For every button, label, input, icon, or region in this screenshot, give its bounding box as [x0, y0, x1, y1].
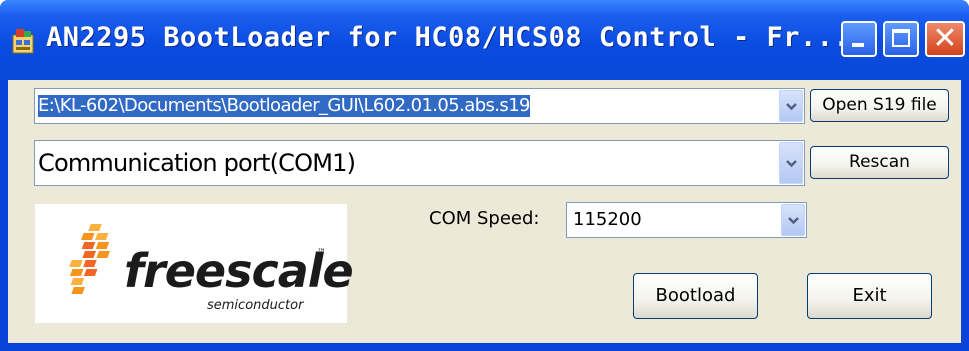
app-icon[interactable]: [11, 27, 35, 55]
open-s19-button[interactable]: Open S19 file: [810, 89, 949, 122]
com-port-dropdown-button[interactable]: [779, 142, 803, 184]
maximize-button[interactable]: [883, 21, 919, 57]
chevron-down-icon: [786, 160, 797, 168]
chevron-down-icon: [786, 103, 797, 111]
chevron-down-icon: [788, 217, 799, 225]
window-title: AN2295 BootLoader for HC08/HCS08 Control…: [46, 22, 851, 53]
com-speed-combobox[interactable]: 115200: [566, 202, 807, 238]
exit-button[interactable]: Exit: [807, 273, 932, 319]
com-port-selected: Communication port(COM1): [38, 149, 356, 177]
trademark-mark: ™: [317, 248, 326, 258]
title-bar[interactable]: AN2295 BootLoader for HC08/HCS08 Control…: [0, 0, 969, 80]
s19-file-combobox[interactable]: E:\KL-602\Documents\Bootloader_GUI\L602.…: [34, 88, 805, 124]
exit-label: Exit: [852, 285, 887, 306]
freescale-logo: freescale ™ semiconductor: [35, 204, 354, 323]
close-button[interactable]: ✕: [925, 21, 965, 57]
maximize-icon: [892, 29, 910, 47]
com-port-combobox[interactable]: Communication port(COM1): [34, 140, 805, 186]
bootload-label: Bootload: [655, 285, 736, 306]
bootload-button[interactable]: Bootload: [633, 273, 758, 319]
minimize-button[interactable]: [841, 21, 877, 57]
app-window: AN2295 BootLoader for HC08/HCS08 Control…: [0, 0, 969, 351]
close-icon: ✕: [932, 21, 958, 56]
com-speed-label: COM Speed:: [429, 208, 540, 229]
com-speed-dropdown-button[interactable]: [781, 204, 805, 236]
s19-file-dropdown-button[interactable]: [779, 90, 803, 122]
rescan-button[interactable]: Rescan: [810, 146, 949, 179]
open-s19-label: Open S19 file: [822, 95, 937, 115]
freescale-subtitle: semiconductor: [207, 298, 304, 313]
rescan-label: Rescan: [849, 152, 910, 172]
minimize-icon: [852, 43, 864, 47]
client-area: E:\KL-602\Documents\Bootloader_GUI\L602.…: [8, 80, 961, 343]
s19-file-path: E:\KL-602\Documents\Bootloader_GUI\L602.…: [38, 95, 531, 117]
com-speed-selected: 115200: [573, 209, 642, 230]
